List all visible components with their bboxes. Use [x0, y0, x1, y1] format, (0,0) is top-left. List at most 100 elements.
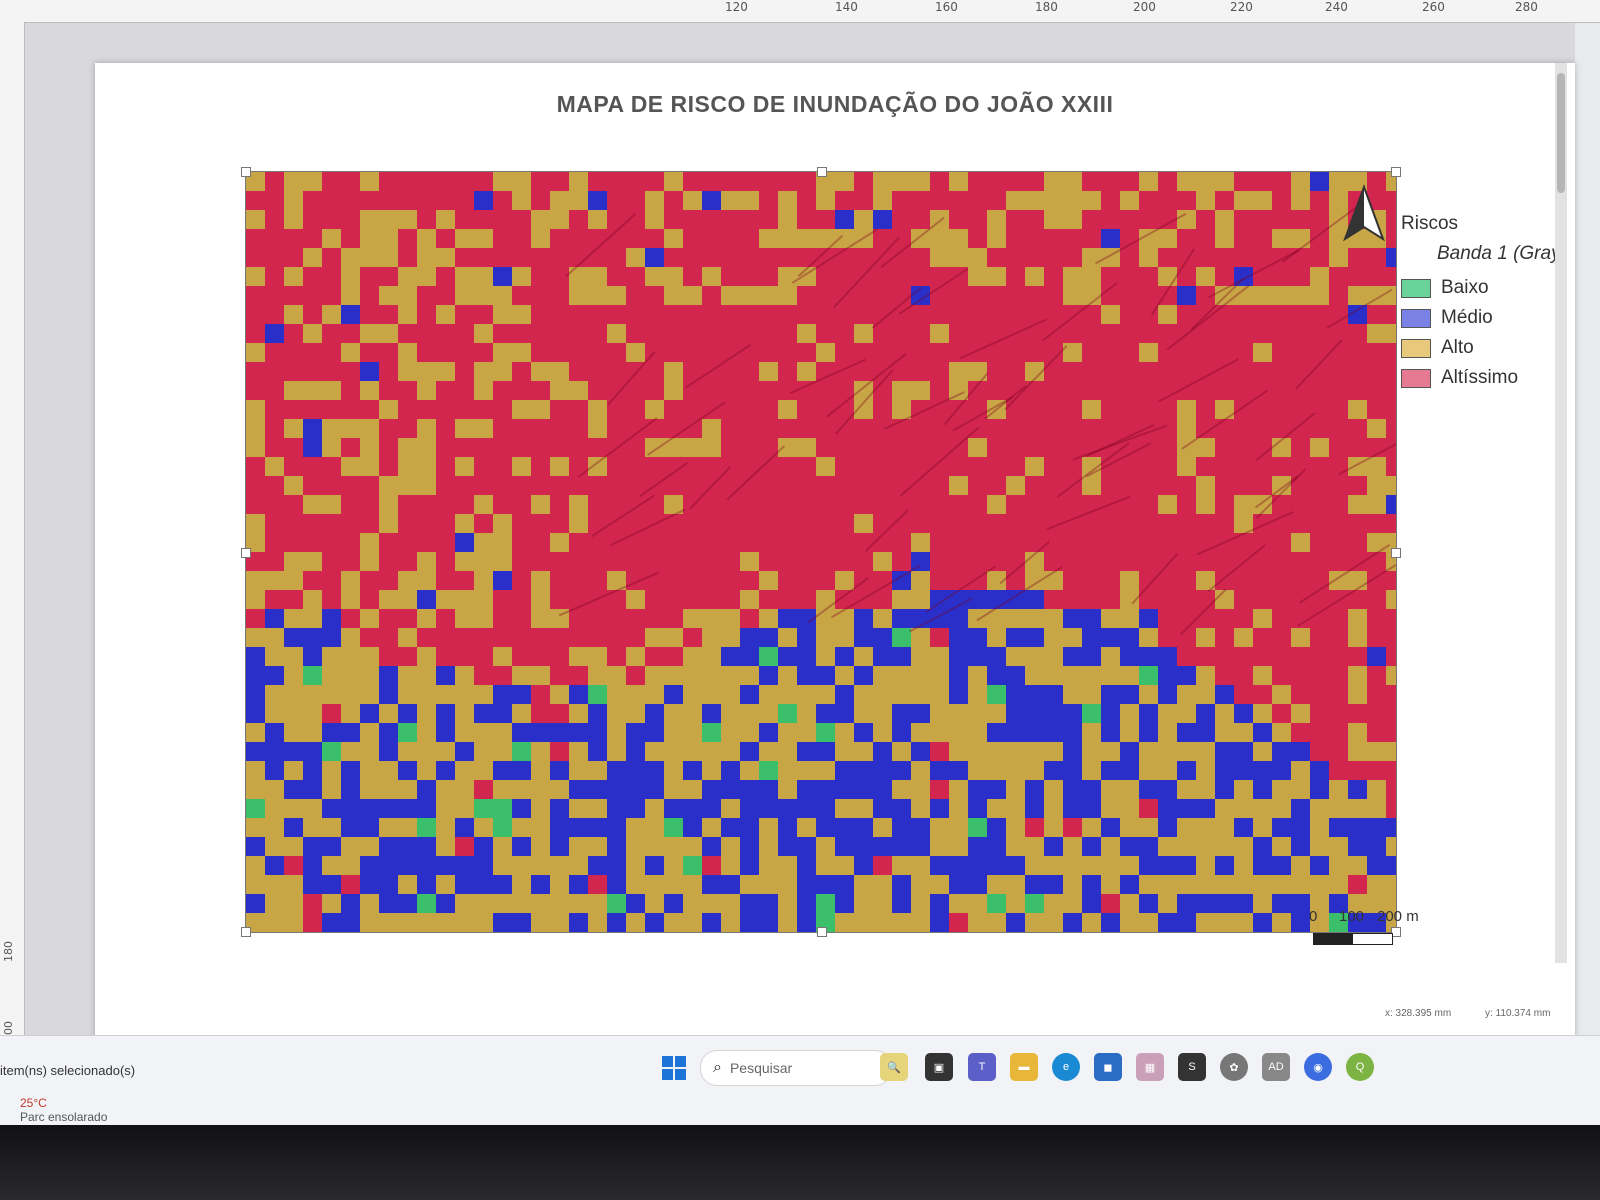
raster-cell [417, 894, 436, 913]
raster-cell [607, 894, 626, 913]
raster-cell [759, 837, 778, 856]
raster-cell [797, 647, 816, 666]
resize-handle[interactable] [241, 167, 251, 177]
cursor-x-coordinate: x: 328.395 mm [1385, 1008, 1452, 1019]
raster-cell [474, 229, 493, 248]
raster-cell [588, 837, 607, 856]
raster-cell [360, 381, 379, 400]
raster-cell [1025, 628, 1044, 647]
resize-handle[interactable] [817, 167, 827, 177]
raster-cell [968, 267, 987, 286]
raster-cell [1120, 723, 1139, 742]
raster-cell [1386, 837, 1396, 856]
raster-cell [360, 210, 379, 229]
taskbar-search-box[interactable]: ⌕ Pesquisar [700, 1050, 892, 1086]
raster-cell [550, 818, 569, 837]
raster-cell [987, 913, 1006, 932]
raster-cell [303, 495, 322, 514]
raster-cell [1272, 723, 1291, 742]
raster-cell [512, 723, 531, 742]
teams-icon[interactable]: T [968, 1053, 996, 1081]
legend-item-label: Alto [1441, 337, 1474, 358]
raster-cell [930, 875, 949, 894]
raster-cell [1025, 647, 1044, 666]
raster-cell [379, 837, 398, 856]
search-lens-icon[interactable]: 🔍 [880, 1053, 908, 1081]
scale-bar[interactable]: 0 100 200 m [1309, 908, 1423, 958]
raster-cell [911, 856, 930, 875]
store-icon[interactable]: ◼ [1094, 1053, 1122, 1081]
raster-cell [436, 837, 455, 856]
raster-cell [816, 457, 835, 476]
raster-cell [949, 476, 968, 495]
windows-start-icon[interactable] [662, 1056, 686, 1080]
autodesk-icon[interactable]: AD [1262, 1053, 1290, 1081]
resize-handle[interactable] [241, 548, 251, 558]
raster-cell [626, 856, 645, 875]
raster-cell [341, 666, 360, 685]
raster-cell [1006, 647, 1025, 666]
app-s-icon[interactable]: S [1178, 1053, 1206, 1081]
raster-cell [1101, 742, 1120, 761]
raster-cell [1196, 799, 1215, 818]
raster-cell [474, 894, 493, 913]
raster-cell [1272, 837, 1291, 856]
photos-icon[interactable]: ▦ [1136, 1053, 1164, 1081]
raster-cell [892, 761, 911, 780]
raster-cell [1386, 248, 1396, 267]
layout-canvas[interactable]: MAPA DE RISCO DE INUNDAÇÃO DO JOÃO XXIII… [25, 23, 1575, 1063]
raster-cell [588, 647, 607, 666]
edge-icon[interactable]: e [1052, 1053, 1080, 1081]
vertical-scrollbar[interactable] [1555, 63, 1567, 963]
raster-cell [1101, 723, 1120, 742]
layout-page[interactable]: MAPA DE RISCO DE INUNDAÇÃO DO JOÃO XXIII… [95, 63, 1575, 1053]
raster-cell [1196, 742, 1215, 761]
raster-cell [474, 381, 493, 400]
raster-cell [702, 666, 721, 685]
raster-cell [1044, 685, 1063, 704]
qgis-icon[interactable]: Q [1346, 1053, 1374, 1081]
raster-cell [1158, 666, 1177, 685]
raster-cell [740, 875, 759, 894]
scrollbar-thumb[interactable] [1557, 73, 1565, 193]
raster-cell [702, 742, 721, 761]
raster-cell [930, 628, 949, 647]
raster-cell [607, 837, 626, 856]
raster-cell [930, 723, 949, 742]
raster-cell [1215, 875, 1234, 894]
raster-cell [1082, 685, 1101, 704]
raster-cell [759, 609, 778, 628]
raster-cell [1044, 818, 1063, 837]
weather-widget[interactable]: 25°C Parc ensolarado [20, 1096, 107, 1124]
raster-cell [284, 552, 303, 571]
raster-cell [1196, 856, 1215, 875]
horizontal-ruler: 120 140 160 180 200 220 240 260 280 [0, 0, 1600, 23]
north-arrow-icon[interactable] [1341, 183, 1387, 245]
resize-handle[interactable] [1391, 167, 1401, 177]
map-item[interactable] [241, 167, 1401, 937]
resize-handle[interactable] [817, 927, 827, 937]
raster-cell [436, 875, 455, 894]
chrome-icon[interactable]: ◉ [1304, 1053, 1332, 1081]
raster-cell [854, 761, 873, 780]
raster-cell [911, 590, 930, 609]
raster-cell [1082, 647, 1101, 666]
resize-handle[interactable] [241, 927, 251, 937]
raster-cell [645, 248, 664, 267]
map-title[interactable]: MAPA DE RISCO DE INUNDAÇÃO DO JOÃO XXIII [95, 91, 1575, 118]
file-explorer-icon[interactable]: ▬ [1010, 1053, 1038, 1081]
raster-cell [1234, 495, 1253, 514]
raster-cell [1215, 704, 1234, 723]
raster-cell [911, 913, 930, 932]
raster-cell [873, 780, 892, 799]
raster-cell [987, 799, 1006, 818]
legend[interactable]: Riscos Banda 1 (Gray) Baixo Médio Alto A… [1401, 213, 1571, 393]
settings-icon[interactable]: ✿ [1220, 1053, 1248, 1081]
task-view-icon[interactable]: ▣ [925, 1053, 953, 1081]
raster-cell [303, 590, 322, 609]
raster-cell [1025, 894, 1044, 913]
raster-cell [759, 647, 778, 666]
windows-taskbar: ⌕ Pesquisar 🔍 ▣ T ▬ e ◼ ▦ S ✿ AD ◉ Q 25°… [0, 1035, 1600, 1125]
ruler-label: 180 [2, 941, 15, 962]
resize-handle[interactable] [1391, 548, 1401, 558]
